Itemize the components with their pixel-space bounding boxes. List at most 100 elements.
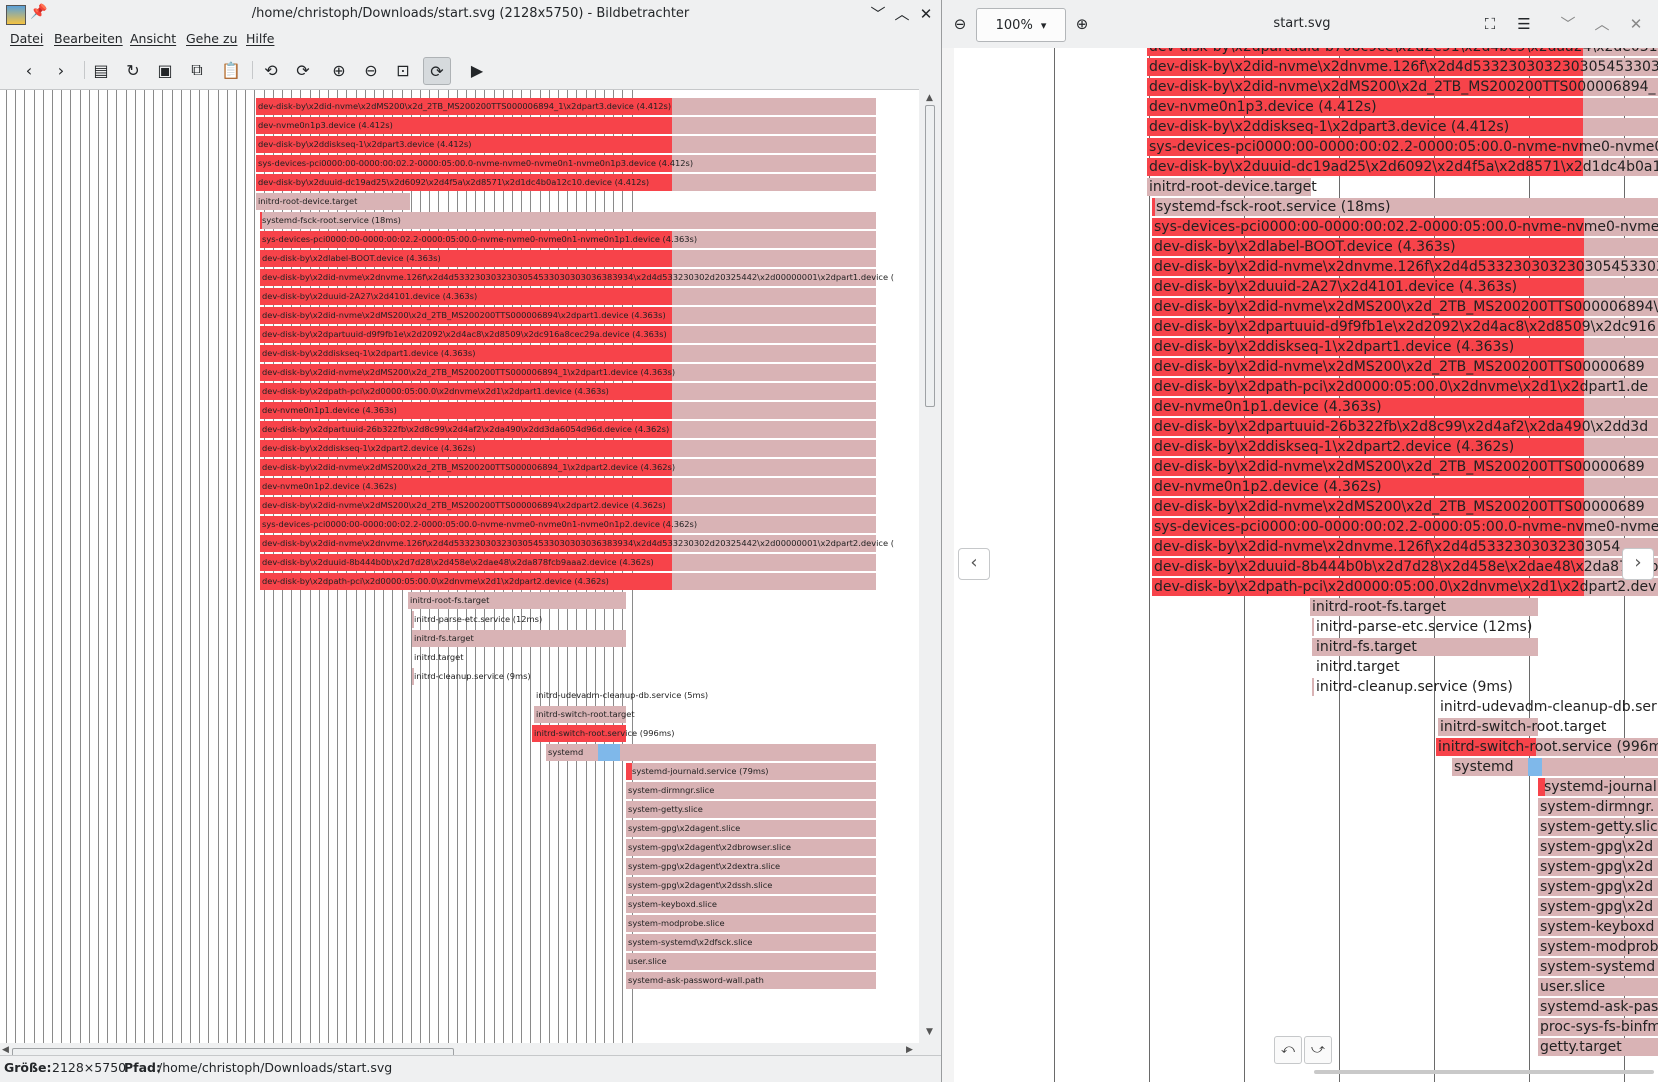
horizontal-scroll-indicator[interactable] [1314,1070,1654,1074]
slideshow-icon[interactable]: ▶ [464,57,490,83]
timeline-row: dev-disk-by\x2did-nvme\x2dMS200\x2d_2TB_… [260,459,876,476]
vertical-scrollbar-thumb[interactable] [925,105,935,407]
timeline-row-label: sys-devices-pci0000:00-0000:00:02.2-0000… [262,519,698,529]
back-icon[interactable]: ‹ [16,57,42,83]
copy-icon[interactable]: ⧉ [184,57,210,83]
timeline-row-label: dev-nvme0n1p1.device (4.363s) [262,405,397,415]
timeline-row-label: dev-disk-by\x2duuid-dc19ad25\x2d6092\x2d… [258,177,650,187]
timeline-row: dev-disk-by\x2did-nvme\x2dMS200\x2d_2TB_… [1152,298,1658,316]
menu-hilfe[interactable]: Hilfe [246,31,274,46]
timeline-row-label: dev-disk-by\x2dpartuuid-d9f9fb1e\x2d2092… [262,329,667,339]
zoom-in-icon[interactable]: ⊕ [326,57,352,83]
timeline-row-label: dev-disk-by\x2duuid-2A27\x2d4101.device … [1154,279,1518,295]
timeline-row-label: initrd-cleanup.service (9ms) [1316,679,1513,695]
timeline-row-label: dev-nvme0n1p3.device (4.412s) [258,120,393,130]
rotate-right-button[interactable]: ⤻ [1304,1036,1332,1064]
timeline-row-label: dev-disk-by\x2dpartuuid-d9f9fb1e\x2d2092… [1154,319,1656,335]
timeline-row-label: initrd-root-fs.target [410,595,490,605]
timeline-row: dev-disk-by\x2dlabel-BOOT.device (4.363s… [1152,238,1658,256]
grid-line [89,90,90,1044]
timeline-row-label: sys-devices-pci0000:00-0000:00:02.2-0000… [1154,219,1658,235]
previous-image-button[interactable]: ‹ [958,548,990,580]
close-button[interactable]: ✕ [916,4,936,24]
timeline-row-label: sys-devices-pci0000:00-0000:00:02.2-0000… [262,234,698,244]
timeline-row: dev-disk-by\x2ddiskseq-1\x2dpart3.device… [256,136,876,153]
minimize-button[interactable]: ﹀ [1556,12,1580,36]
grid-line [98,90,99,1044]
vertical-scrollbar[interactable]: ▲ ▼ [919,89,940,1043]
timeline-row: sys-devices-pci0000:00-0000:00:02.2-0000… [260,231,876,248]
timeline-row: initrd-root-fs.target [1310,598,1538,616]
menu-gehe-zu[interactable]: Gehe zu [186,31,237,46]
close-button[interactable]: ✕ [1624,12,1648,36]
timeline-row-label: proc-sys-fs-binfm [1540,1019,1658,1035]
forward-icon[interactable]: › [48,57,74,83]
rotate-left-button[interactable]: ⤺ [1274,1036,1302,1064]
timeline-row-label: system-getty.slice [628,804,703,814]
minimize-button[interactable]: ﹀ [868,4,888,24]
svg-canvas[interactable]: dev-disk-by\x2dpartuuid-b708c9ce\x2d2e91… [954,48,1658,1082]
reload-icon[interactable]: ↻ [120,57,146,83]
grid-line [126,90,127,1044]
timeline-row-label: dev-nvme0n1p2.device (4.362s) [262,481,397,491]
save-icon[interactable]: ▣ [152,57,178,83]
timeline-row-label: dev-disk-by\x2duuid-dc19ad25\x2d6092\x2d… [1149,159,1658,175]
timeline-row: dev-disk-by\x2dpartuuid-d9f9fb1e\x2d2092… [1152,318,1658,336]
timeline-row: dev-disk-by\x2ddiskseq-1\x2dpart1.device… [1152,338,1658,356]
open-icon[interactable]: ▤ [88,57,114,83]
timeline-row-label: dev-disk-by\x2dpath-pci\x2d0000:05:00.0\… [262,576,609,586]
toolbar: ‹ › ▤ ↻ ▣ ⧉ 📋 ⟲ ⟳ ⊕ ⊖ ⊡ ⟳ ▶ [0,52,941,86]
timeline-row-label: dev-disk-by\x2did-nvme\x2dMS200\x2d_2TB_… [262,310,666,320]
grid-line [52,90,53,1044]
timeline-row-label: systemd-fsck-root.service (18ms) [262,215,401,225]
zoom-fit-icon[interactable]: ⊡ [390,57,416,83]
grid-line [43,90,44,1044]
zoom-original-icon[interactable]: ⟳ [423,57,451,85]
grid-line [6,90,7,1044]
paste-icon[interactable]: 📋 [218,57,244,83]
timeline-row-label: system-gpg\x2dagent\x2dssh.slice [628,880,773,890]
timeline-row: dev-disk-by\x2duuid-dc19ad25\x2d6092\x2d… [1147,158,1658,176]
timeline-row-label: sys-devices-pci0000:00-0000:00:02.2-0000… [258,158,694,168]
zoom-out-icon[interactable]: ⊖ [358,57,384,83]
rotate-right-icon[interactable]: ⟳ [290,57,316,83]
timeline-row: initrd-cleanup.service (9ms) [412,668,531,685]
menu-bearbeiten[interactable]: Bearbeiten [54,31,123,46]
maximize-button[interactable]: ︿ [892,4,912,24]
fit-icon[interactable]: ⛶ [1478,12,1502,36]
grid-line [190,90,191,1044]
timeline-row-label: system-gpg\x2dagent\x2dextra.slice [628,861,781,871]
grid-line [1054,48,1055,1082]
timeline-row: dev-disk-by\x2did-nvme\x2dMS200\x2d_2TB_… [256,98,876,115]
menu-ansicht[interactable]: Ansicht [130,31,176,46]
timeline-row-label: dev-disk-by\x2did-nvme\x2dMS200\x2d_2TB_… [262,500,666,510]
zoom-out-button[interactable]: ⊖ [948,12,972,36]
timeline-row: initrd-fs.target [412,630,626,647]
timeline-row-label: initrd-udevadm-cleanup-db.service (5ms) [536,690,709,700]
hamburger-menu-icon[interactable]: ☰ [1512,12,1536,36]
timeline-row-label: dev-disk-by\x2did-nvme\x2dnvme.126f\x2d4… [262,538,894,548]
menu-datei[interactable]: Datei [10,31,43,46]
timeline-row-label: system-gpg\x2d [1540,839,1654,855]
image-canvas[interactable]: dev-disk-by\x2did-nvme\x2dMS200\x2d_2TB_… [0,89,919,1044]
timeline-row-label: initrd-switch-root.target [1440,719,1607,735]
timeline-row-label: dev-disk-by\x2ddiskseq-1\x2dpart3.device… [258,139,472,149]
timeline-row: dev-nvme0n1p1.device (4.363s) [260,402,876,419]
timeline-row-label: dev-disk-by\x2dpath-pci\x2d0000:05:00.0\… [262,386,609,396]
timeline-row-label: system-gpg\x2d [1540,899,1654,915]
timeline-row-label: getty.target [1540,1039,1622,1055]
timeline-row-label: dev-disk-by\x2ddiskseq-1\x2dpart2.device… [262,443,476,453]
next-image-button[interactable]: › [1622,548,1654,580]
grid-line [15,90,16,1044]
timeline-row: dev-disk-by\x2dpath-pci\x2d0000:05:00.0\… [1152,378,1658,396]
maximize-button[interactable]: ︿ [1590,12,1614,36]
timeline-row: initrd-cleanup.service (9ms) [1312,678,1513,696]
timeline-row-label: dev-disk-by\x2did-nvme\x2dMS200\x2d_2TB_… [1154,499,1645,515]
timeline-row: dev-disk-by\x2dpath-pci\x2d0000:05:00.0\… [1152,578,1658,596]
timeline-row: systemd-ask-password-wall.path [626,972,876,989]
timeline-row: system-gpg\x2dagent\x2dextra.slice [626,858,876,875]
timeline-row-label: initrd-fs.target [1316,639,1417,655]
timeline-row: system-systemd\x2dfsck.slice [626,934,876,951]
rotate-left-icon[interactable]: ⟲ [258,57,284,83]
grid-line [181,90,182,1044]
